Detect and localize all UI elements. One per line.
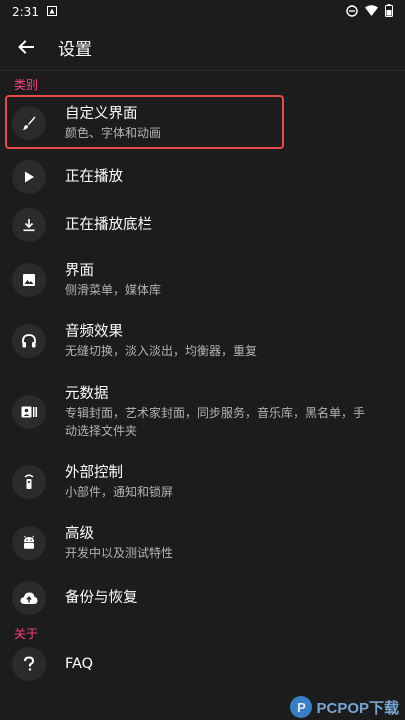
item-title: 高级 xyxy=(65,526,94,542)
download-bar-icon xyxy=(12,208,46,242)
page-title: 设置 xyxy=(58,39,92,60)
item-title: 音频效果 xyxy=(65,324,123,340)
settings-item-backup[interactable]: 备份与恢复 xyxy=(0,574,405,622)
item-title: 外部控制 xyxy=(65,465,123,481)
item-title: 界面 xyxy=(65,263,94,279)
settings-item-interface[interactable]: 界面 侧滑菜单，媒体库 xyxy=(0,250,405,310)
wifi-icon xyxy=(365,5,378,19)
settings-item-faq[interactable]: FAQ xyxy=(0,642,405,686)
battery-icon xyxy=(385,4,393,20)
section-header-about: 关于 xyxy=(14,627,39,641)
image-icon xyxy=(12,263,46,297)
item-subtitle: 小部件，通知和锁屏 xyxy=(65,485,174,499)
item-title: FAQ xyxy=(65,656,94,672)
back-arrow-icon[interactable] xyxy=(14,35,38,59)
settings-item-advanced[interactable]: 高级 开发中以及测试特性 xyxy=(0,512,405,574)
headphones-icon xyxy=(12,324,46,358)
status-time: 2:31 xyxy=(12,5,39,19)
cloud-upload-icon xyxy=(12,581,46,615)
highlight-box xyxy=(5,95,284,149)
help-icon xyxy=(12,647,46,681)
item-subtitle: 侧滑菜单，媒体库 xyxy=(65,283,162,297)
settings-item-metadata[interactable]: 元数据 专辑封面，艺术家封面，同步服务，音乐库，黑名单，手动选择文件夹 xyxy=(0,372,405,452)
item-title: 元数据 xyxy=(65,386,109,402)
item-title: 备份与恢复 xyxy=(65,590,138,606)
settings-item-now-playing[interactable]: 正在播放 xyxy=(0,153,405,200)
settings-item-external-controls[interactable]: 外部控制 小部件，通知和锁屏 xyxy=(0,452,405,512)
section-header-category: 类别 xyxy=(14,78,39,92)
settings-item-now-playing-bar[interactable]: 正在播放底栏 xyxy=(0,200,405,250)
do-not-disturb-icon xyxy=(346,4,358,20)
remote-icon xyxy=(12,465,46,499)
app-bar: 设置 xyxy=(0,24,405,71)
settings-item-custom-ui[interactable]: 自定义界面 颜色、字体和动画 xyxy=(0,93,405,153)
item-subtitle: 专辑封面，艺术家封面，同步服务，音乐库，黑名单，手动选择文件夹 xyxy=(65,406,366,438)
item-title: 正在播放 xyxy=(65,168,123,185)
android-icon xyxy=(12,526,46,560)
notification-icon xyxy=(46,5,57,19)
settings-item-audio[interactable]: 音频效果 无缝切换，淡入淡出，均衡器，重复 xyxy=(0,310,405,372)
item-subtitle: 开发中以及测试特性 xyxy=(65,546,174,560)
metadata-icon xyxy=(12,395,46,429)
item-title: 正在播放底栏 xyxy=(65,217,152,233)
play-icon xyxy=(12,159,46,194)
watermark-logo-icon: P xyxy=(290,696,313,718)
watermark: P PCPOP下载 xyxy=(290,696,399,718)
status-bar: 2:31 xyxy=(0,0,405,24)
watermark-text: PCPOP下载 xyxy=(316,699,399,717)
item-subtitle: 无缝切换，淡入淡出，均衡器，重复 xyxy=(65,344,258,358)
